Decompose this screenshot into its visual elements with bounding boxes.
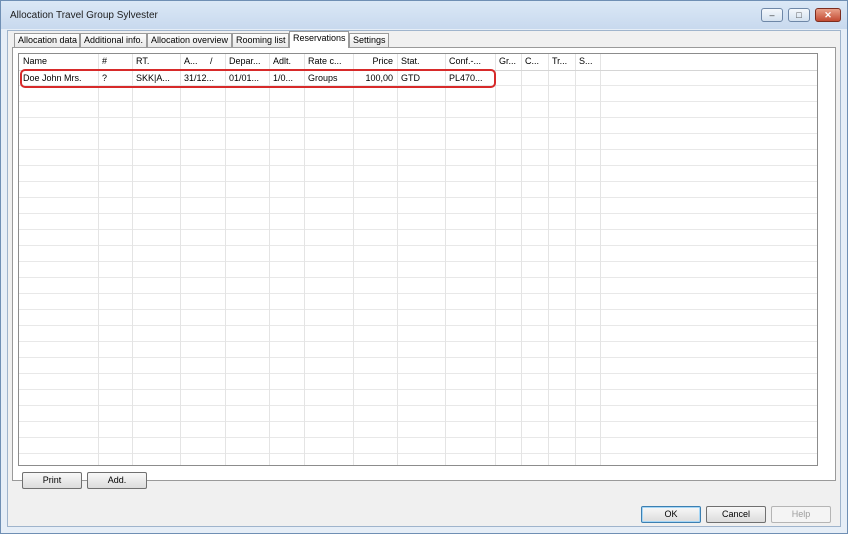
column-header-departure[interactable]: Depar... [225,54,269,70]
cell-c [521,71,548,87]
column-divider [445,54,446,465]
tab-rooming-list[interactable]: Rooming list [232,33,289,47]
dialog-window: Allocation Travel Group Sylvester – □ ✕ … [0,0,848,534]
add-button[interactable]: Add. [87,472,147,489]
column-header-confirmation[interactable]: Conf.-... [445,54,495,70]
maximize-icon[interactable]: □ [788,8,810,22]
column-divider [495,54,496,465]
reservations-panel: Name # RT. A... / Depar... Adlt. Rate c.… [12,47,836,489]
column-divider [269,54,270,465]
tab-settings[interactable]: Settings [349,33,389,47]
column-divider [397,54,398,465]
grid-row-lines [19,70,817,465]
column-header-name[interactable]: Name [19,54,98,70]
title-bar[interactable]: Allocation Travel Group Sylvester – □ ✕ [1,1,847,29]
column-header-price[interactable]: Price [353,54,397,70]
tab-allocation-overview[interactable]: Allocation overview [147,33,232,47]
cancel-button[interactable]: Cancel [706,506,766,523]
column-header-gr[interactable]: Gr... [495,54,521,70]
cell-tr [548,71,575,87]
row-highlight-outline [20,69,496,88]
column-divider [304,54,305,465]
window-title: Allocation Travel Group Sylvester [10,10,158,21]
reservations-grid[interactable]: Name # RT. A... / Depar... Adlt. Rate c.… [18,53,818,466]
ok-button[interactable]: OK [641,506,701,523]
column-header-adults[interactable]: Adlt. [269,54,304,70]
minimize-icon[interactable]: – [761,8,783,22]
column-divider [132,54,133,465]
column-divider [180,54,181,465]
cell-gr [495,71,521,87]
column-header-room-type[interactable]: RT. [132,54,180,70]
tab-reservations[interactable]: Reservations [289,31,349,48]
cell-s [575,71,600,87]
column-divider [225,54,226,465]
column-header-status[interactable]: Stat. [397,54,445,70]
column-divider [521,54,522,465]
column-divider [353,54,354,465]
tab-allocation-data[interactable]: Allocation data [14,33,80,47]
column-header-number[interactable]: # [98,54,132,70]
tab-additional-info[interactable]: Additional info. [80,33,147,47]
sort-indicator-icon: / [210,56,213,66]
help-button[interactable]: Help [771,506,831,523]
column-header-tr[interactable]: Tr... [548,54,575,70]
column-divider [575,54,576,465]
column-header-c[interactable]: C... [521,54,548,70]
column-divider [600,54,601,465]
column-divider [98,54,99,465]
column-header-s[interactable]: S... [575,54,600,70]
dialog-client-area: Allocation data Additional info. Allocat… [7,30,841,527]
print-button[interactable]: Print [22,472,82,489]
column-header-rate-code[interactable]: Rate c... [304,54,353,70]
column-header-arrival[interactable]: A... [180,54,208,70]
column-divider [548,54,549,465]
close-icon[interactable]: ✕ [815,8,841,22]
